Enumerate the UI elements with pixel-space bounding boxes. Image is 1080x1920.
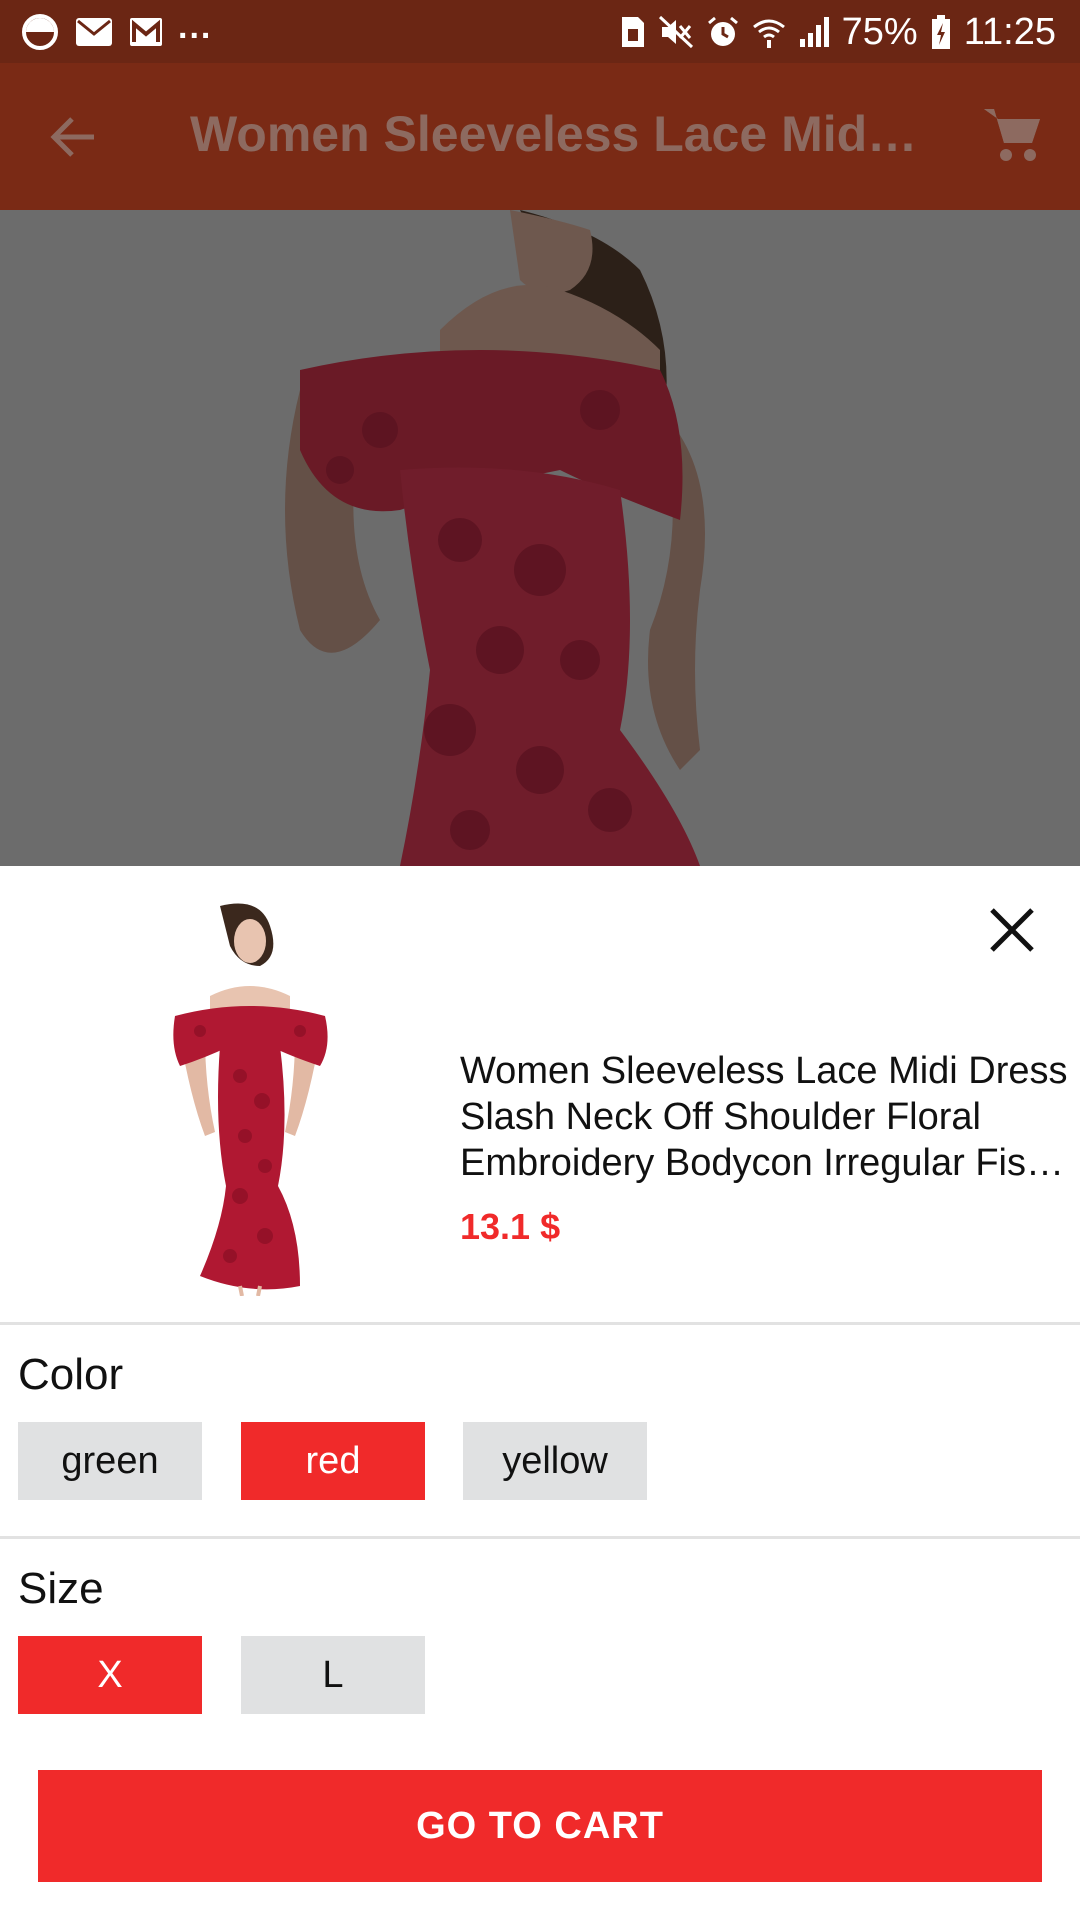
back-arrow-icon[interactable] bbox=[44, 107, 104, 167]
divider bbox=[0, 1536, 1080, 1539]
page-title: Women Sleeveless Lace Midi Dress Slash N… bbox=[190, 106, 920, 162]
color-option-red[interactable]: red bbox=[241, 1422, 425, 1500]
battery-icon bbox=[931, 15, 950, 49]
divider bbox=[0, 1322, 1080, 1325]
product-name-line-2: Slash Neck Off Shoulder Floral bbox=[460, 1096, 981, 1138]
wifi-icon bbox=[752, 19, 785, 48]
go-to-cart-button[interactable]: GO TO CART bbox=[38, 1770, 1042, 1882]
alarm-icon bbox=[707, 16, 738, 46]
signal-icon bbox=[799, 17, 829, 47]
dress-model-illustration bbox=[0, 210, 1080, 866]
size-option-l[interactable]: L bbox=[241, 1636, 425, 1714]
product-thumbnail bbox=[150, 896, 350, 1296]
mute-icon bbox=[658, 15, 693, 49]
shopping-cart-icon[interactable] bbox=[980, 103, 1044, 167]
mail-icon bbox=[76, 18, 112, 46]
battery-percent: 75% bbox=[841, 10, 918, 53]
product-name-line-3: Embroidery Bodycon Irregular Fishtail Dr… bbox=[460, 1142, 1080, 1184]
product-price: 13.1 $ bbox=[460, 1206, 561, 1247]
status-system: 75% 11:25 bbox=[620, 10, 1056, 54]
product-name-line-1: Women Sleeveless Lace Midi Dress bbox=[460, 1050, 1068, 1092]
color-option-yellow[interactable]: yellow bbox=[463, 1422, 647, 1500]
sim-icon bbox=[621, 17, 644, 47]
color-option-green[interactable]: green bbox=[18, 1422, 202, 1500]
color-section-title: Color bbox=[18, 1350, 124, 1399]
gmail-icon bbox=[130, 18, 162, 46]
product-hero-image bbox=[0, 210, 1080, 866]
more-notifications: ... bbox=[178, 7, 213, 46]
size-section-title: Size bbox=[18, 1564, 104, 1613]
product-options-sheet: Women Sleeveless Lace Midi Dress Slash N… bbox=[0, 866, 1080, 1920]
status-notifications: ... bbox=[20, 8, 212, 52]
app-notification-icon bbox=[22, 14, 58, 50]
status-bar: ... 75% 11:25 bbox=[0, 0, 1080, 63]
app-bar: Women Sleeveless Lace Midi Dress Slash N… bbox=[0, 63, 1080, 210]
product-name: Women Sleeveless Lace Midi Dress Slash N… bbox=[460, 1048, 1080, 1186]
size-option-x[interactable]: X bbox=[18, 1636, 202, 1714]
close-icon[interactable] bbox=[984, 902, 1040, 958]
clock: 11:25 bbox=[963, 10, 1056, 53]
